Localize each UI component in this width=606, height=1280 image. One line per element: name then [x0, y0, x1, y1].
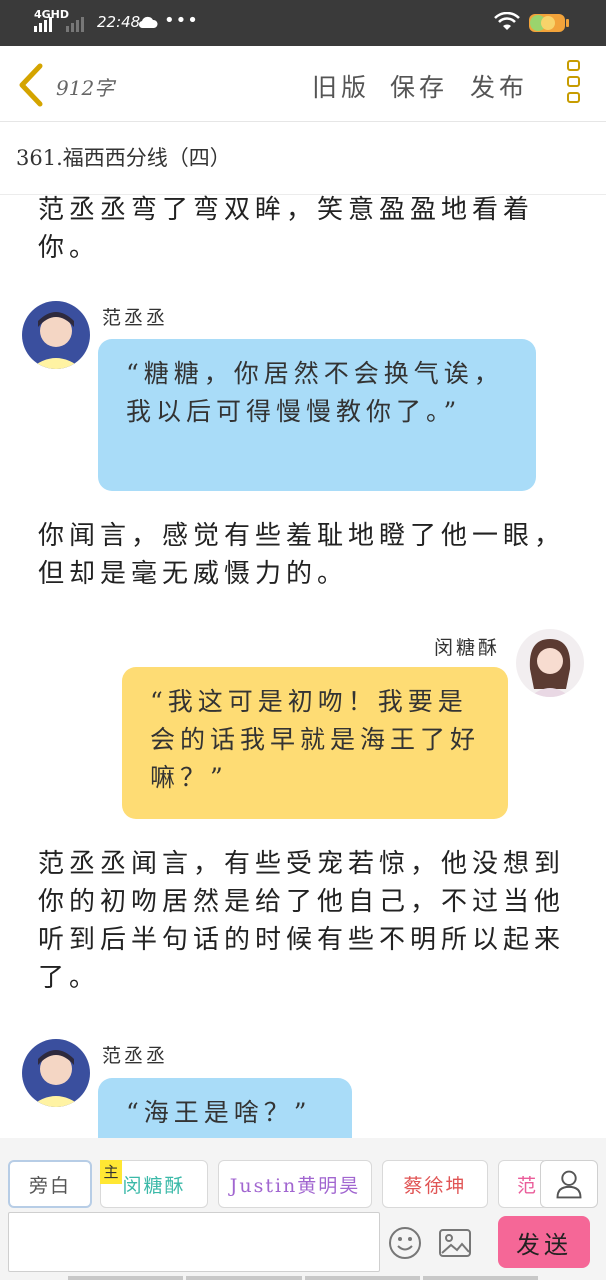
signal-icon: [34, 14, 52, 32]
editor-toolbar: 912字 旧版 保存 发布: [0, 46, 606, 122]
send-button[interactable]: 发送: [498, 1216, 590, 1268]
narration[interactable]: 范丞丞闻言，有些受宠若惊，他没想到你的初吻居然是给了他自己，不过当他听到后半句话…: [38, 845, 578, 997]
bottom-indicator: [68, 1276, 538, 1280]
story-content: 范丞丞弯了弯双眸，笑意盈盈地看着你。 范丞丞 “糖糖，你居然不会换气诶，我以后可…: [0, 195, 606, 1138]
avatar-fan[interactable]: [22, 301, 90, 369]
menu-icon[interactable]: [562, 60, 584, 110]
role-justin[interactable]: Justin黄明昊: [218, 1160, 372, 1208]
speaker-name: 范丞丞: [102, 307, 169, 329]
role-narrator[interactable]: 旁白: [8, 1160, 92, 1208]
battery-icon: [529, 14, 569, 32]
status-bar: 4GHD 22:48 •••: [0, 0, 606, 46]
overflow-dots: •••: [164, 10, 199, 31]
chapter-title[interactable]: 361.福西西分线（四）: [16, 142, 231, 172]
old-version-button[interactable]: 旧版: [312, 68, 370, 104]
emoji-icon[interactable]: [388, 1226, 422, 1260]
wifi-icon: [494, 12, 520, 30]
avatar-min[interactable]: [516, 629, 584, 697]
status-time: 22:48: [97, 13, 141, 31]
dialogue-bubble[interactable]: “海王是啥？”: [98, 1078, 352, 1138]
user-icon[interactable]: [540, 1160, 598, 1208]
role-selector: 旁白 闵糖酥 主 Justin黄明昊 蔡徐坤 范: [0, 1138, 606, 1210]
speaker-name: 范丞丞: [102, 1045, 169, 1067]
signal-icon-secondary: [66, 14, 84, 32]
narration[interactable]: 你闻言，感觉有些羞耻地瞪了他一眼，但却是毫无威慑力的。: [38, 517, 578, 593]
main-role-tag: 主: [100, 1160, 122, 1184]
input-bar: 发送: [0, 1210, 606, 1280]
dialogue-bubble[interactable]: “糖糖，你居然不会换气诶，我以后可得慢慢教你了。”: [98, 339, 536, 491]
publish-button[interactable]: 发布: [470, 68, 528, 104]
avatar-fan[interactable]: [22, 1039, 90, 1107]
cloud-icon: [138, 16, 158, 29]
dialogue-bubble[interactable]: “我这可是初吻！我要是会的话我早就是海王了好嘛？”: [122, 667, 508, 819]
narration[interactable]: 范丞丞弯了弯双眸，笑意盈盈地看着你。: [38, 195, 578, 267]
message-input[interactable]: [8, 1212, 380, 1272]
image-icon[interactable]: [438, 1228, 472, 1258]
role-cai[interactable]: 蔡徐坤: [382, 1160, 488, 1208]
word-count: 912字: [56, 76, 115, 100]
save-button[interactable]: 保存: [390, 68, 448, 104]
back-button[interactable]: [14, 62, 46, 108]
speaker-name: 闵糖酥: [434, 637, 501, 659]
